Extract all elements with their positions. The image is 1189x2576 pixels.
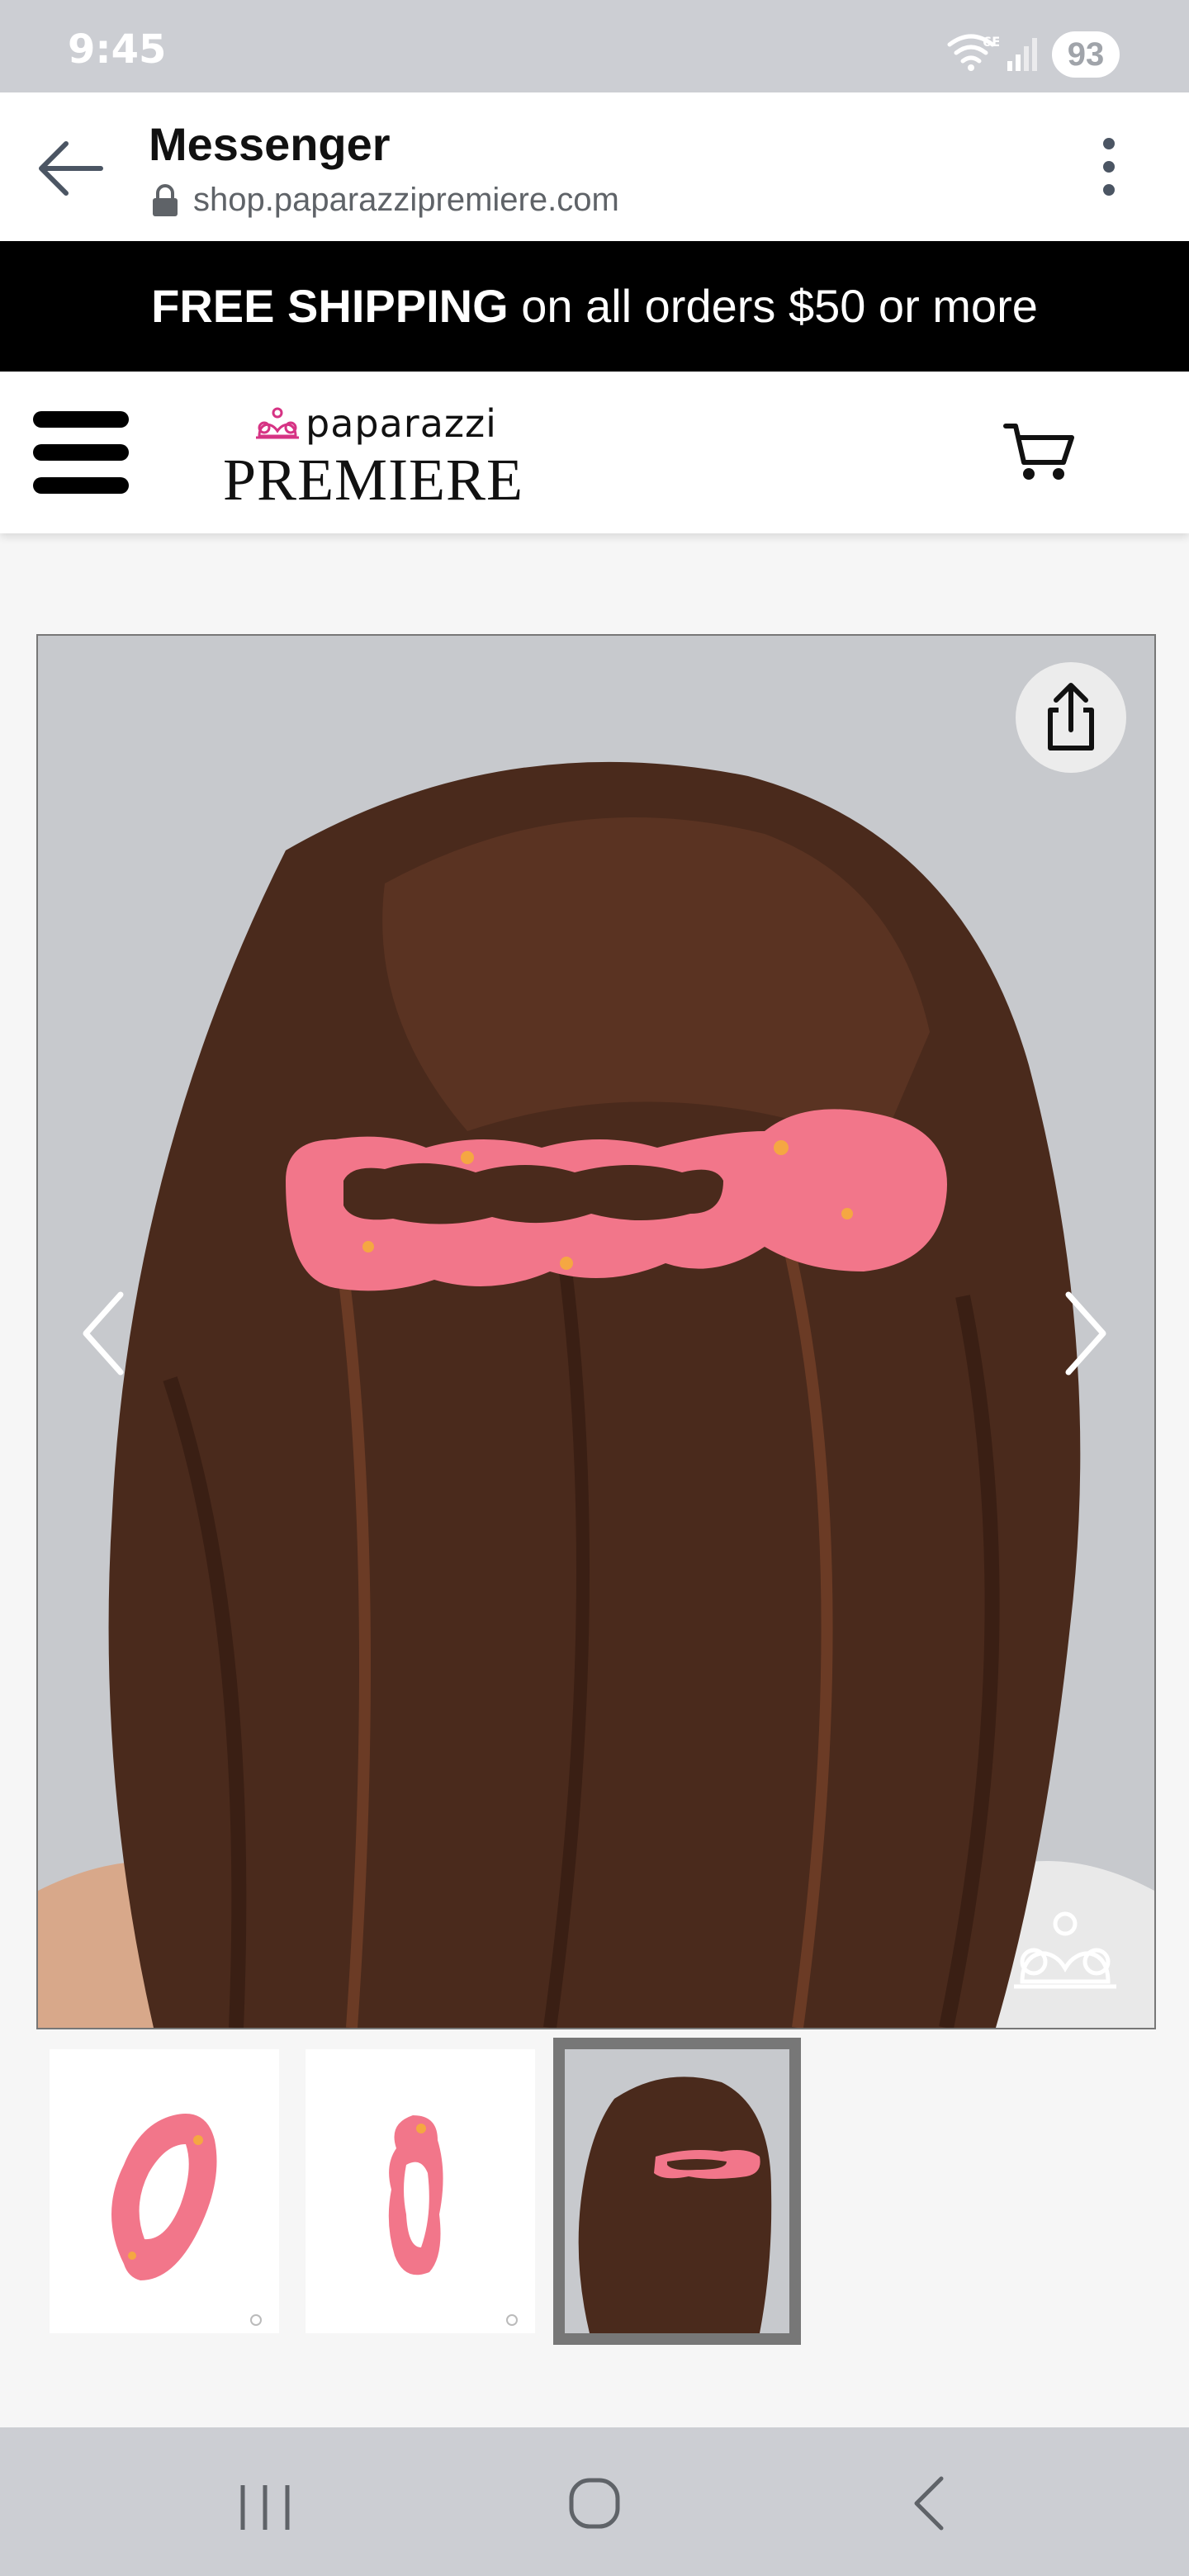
hair-model-photo: [38, 636, 1154, 2028]
thumbnail-clip-side[interactable]: [306, 2049, 535, 2333]
previous-image-arrow-icon[interactable]: [74, 1288, 132, 1379]
recent-apps-icon[interactable]: [236, 2482, 294, 2533]
product-main-image[interactable]: [36, 634, 1156, 2029]
clip-thumbnail-image: [111, 2114, 262, 2326]
back-arrow-icon[interactable]: [36, 134, 106, 203]
system-back-icon[interactable]: [908, 2474, 950, 2533]
logo-script: paparazzi: [306, 401, 497, 446]
free-shipping-banner[interactable]: FREE SHIPPING on all orders $50 or more: [0, 241, 1189, 372]
thumbnail-clip-angle[interactable]: [50, 2049, 279, 2333]
crown-watermark-icon: [1014, 1911, 1116, 1989]
browser-title: Messenger: [149, 118, 391, 170]
promo-bold: FREE SHIPPING: [151, 280, 509, 332]
thumbnail-model-selected[interactable]: [553, 2038, 801, 2345]
more-options-icon[interactable]: [1098, 134, 1120, 200]
url-text[interactable]: shop.paparazzipremiere.com: [193, 182, 619, 219]
lock-icon: [153, 184, 178, 216]
logo-word: PREMIERE: [223, 447, 524, 513]
wifi-icon: 6E: [947, 34, 999, 71]
hamburger-menu-icon[interactable]: [33, 411, 129, 495]
signal-icon: [1007, 38, 1037, 71]
promo-text: on all orders $50 or more: [508, 280, 1038, 332]
network-label: 6E: [983, 34, 999, 50]
cart-icon[interactable]: [1002, 421, 1077, 484]
home-icon[interactable]: [566, 2475, 623, 2531]
next-image-arrow-icon[interactable]: [1057, 1288, 1115, 1379]
share-icon: [1048, 683, 1094, 751]
site-logo[interactable]: paparazzi PREMIERE: [223, 401, 523, 513]
battery-badge: 93: [1052, 31, 1120, 78]
clip-thumbnail-image: [388, 2115, 518, 2326]
status-time: 9:45: [68, 26, 167, 73]
model-thumbnail-image: [565, 2049, 789, 2333]
crown-icon: [256, 407, 299, 439]
share-button[interactable]: [1016, 662, 1126, 773]
